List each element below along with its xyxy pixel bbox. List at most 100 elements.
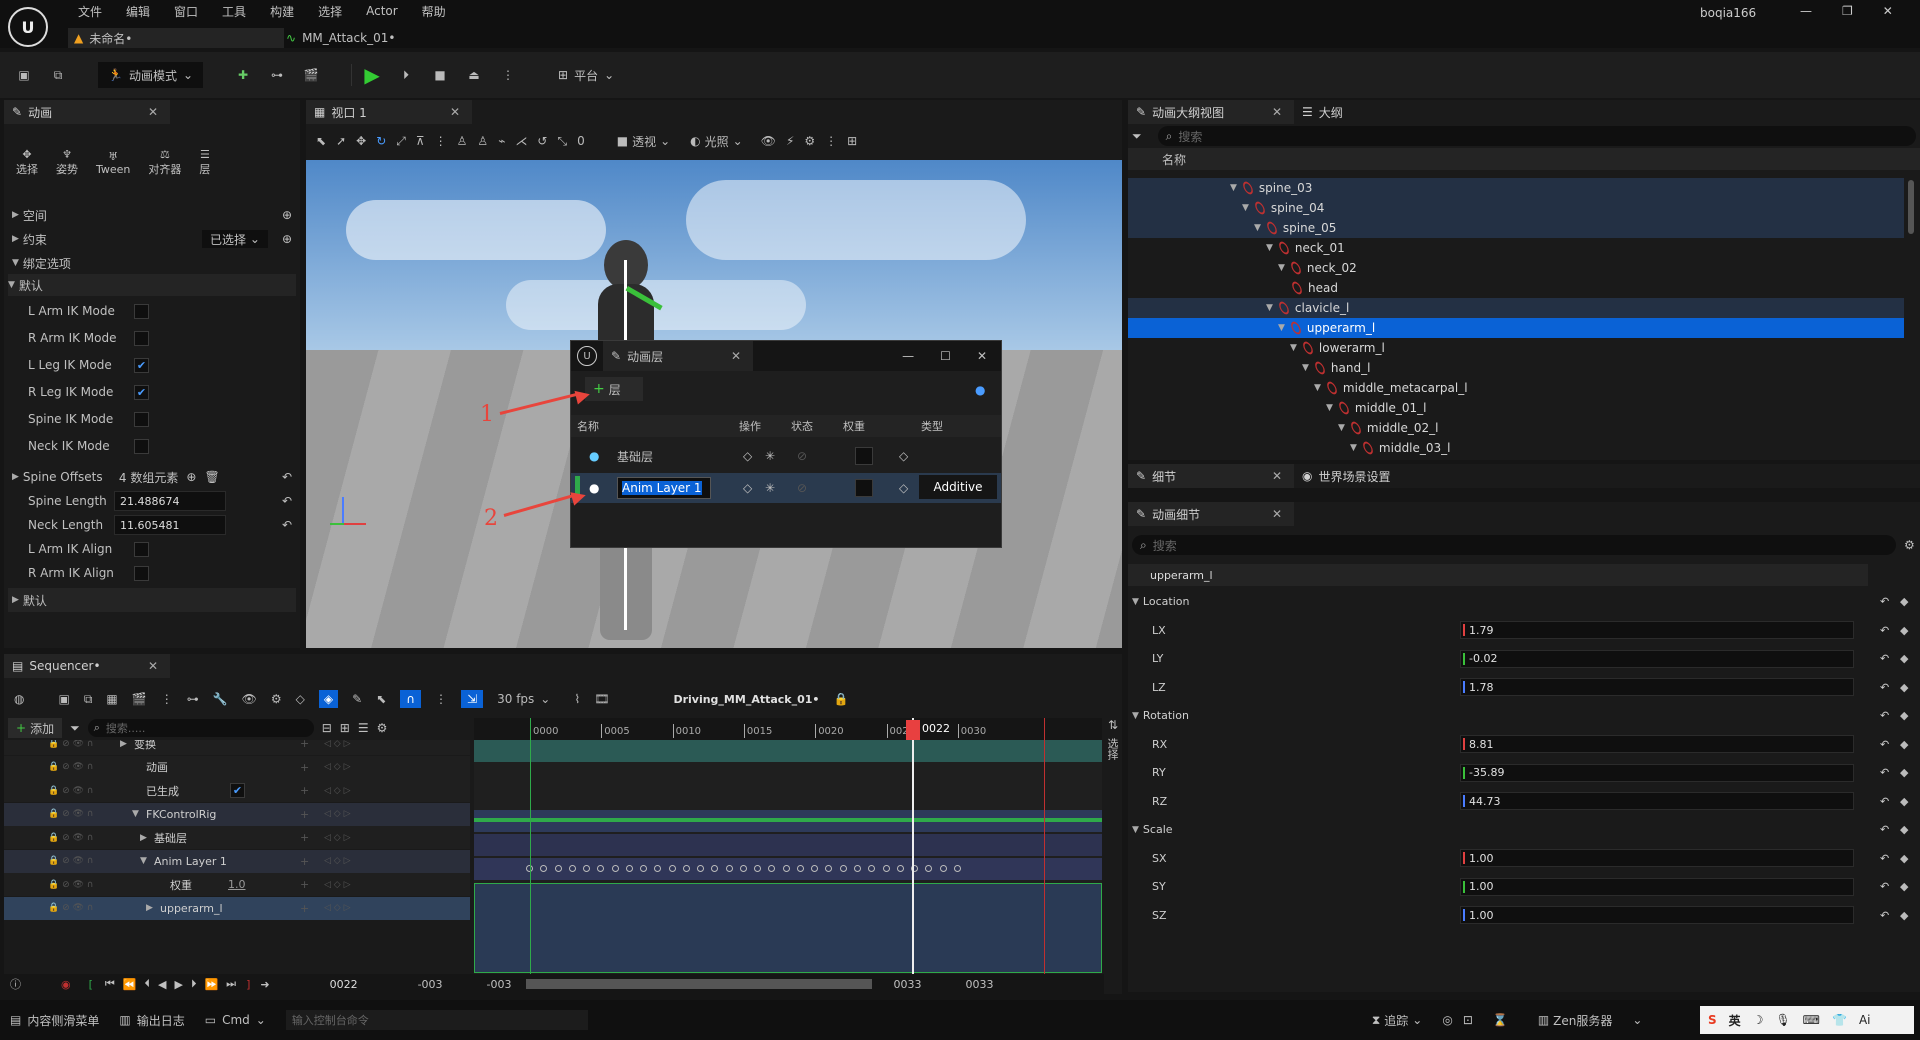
section-binding[interactable]: ▼ 绑定选项 bbox=[12, 252, 292, 274]
key-nav-icons[interactable]: ◁ ◇ ▷ bbox=[324, 762, 351, 772]
section-space[interactable]: ▶ 空间 ⊕ bbox=[12, 204, 292, 226]
layer-name-field[interactable]: Anim Layer 1 bbox=[617, 477, 711, 499]
collapse-icon[interactable]: ▼ bbox=[1266, 303, 1273, 313]
key-icon[interactable]: ◆ bbox=[1900, 624, 1908, 637]
find-icon[interactable]: ⧉ bbox=[84, 692, 93, 707]
moon-icon[interactable]: ☽ bbox=[1753, 1013, 1764, 1027]
keyframe[interactable] bbox=[739, 865, 747, 872]
add-layer-button[interactable]: + 层 bbox=[585, 377, 643, 401]
step-back-icon[interactable]: ⏴ bbox=[145, 977, 151, 991]
track-row[interactable]: 🔒 ⊘ 👁 ∩ ▶ upperarm_l + ◁ ◇ ▷ bbox=[4, 896, 470, 920]
keyframe[interactable] bbox=[925, 865, 933, 872]
keyframe[interactable] bbox=[896, 865, 904, 872]
scale-snap-icon[interactable]: ⤡ bbox=[557, 134, 567, 149]
key-nav-icons[interactable]: ◁ ◇ ▷ bbox=[324, 856, 351, 866]
collapse-icon[interactable]: ▼ bbox=[1132, 711, 1139, 721]
keyframe[interactable] bbox=[554, 865, 562, 872]
layer-type-dropdown[interactable]: Additive bbox=[919, 475, 997, 499]
collapse-icon[interactable]: ▼ bbox=[1290, 343, 1297, 353]
keyframe[interactable] bbox=[611, 865, 619, 872]
prev-key-icon[interactable]: ⏪ bbox=[123, 978, 137, 991]
tool-aligner[interactable]: ⚖ 对齐器 bbox=[148, 148, 181, 177]
key-nav-icons[interactable]: ◁ ◇ ▷ bbox=[324, 809, 351, 819]
collapse-icon[interactable]: ▼ bbox=[1338, 423, 1345, 433]
key-icon[interactable]: ◆ bbox=[1900, 823, 1908, 836]
tool-pose[interactable]: ♆ 姿势 bbox=[56, 148, 78, 177]
step-forward-icon[interactable]: ⏵ bbox=[191, 977, 197, 991]
add-key-icon[interactable]: + bbox=[300, 784, 309, 797]
play-icon[interactable]: ▶ bbox=[358, 61, 386, 89]
blend-key-icon[interactable]: ◇ bbox=[899, 449, 908, 463]
key-nav-icons[interactable]: ◁ ◇ ▷ bbox=[324, 833, 351, 843]
settings-icon[interactable]: ⚙ bbox=[377, 721, 388, 735]
track-state-icons[interactable]: 🔒 ⊘ 👁 ∩ bbox=[48, 809, 93, 819]
add-track-button[interactable]: + 添加 bbox=[8, 718, 63, 738]
menu-select[interactable]: 选择 bbox=[306, 3, 354, 20]
keyframe[interactable] bbox=[811, 865, 819, 872]
keyframe[interactable] bbox=[754, 865, 762, 872]
add-key-icon[interactable]: + bbox=[300, 761, 309, 774]
settings-dot-icon[interactable]: ● bbox=[975, 383, 985, 397]
minimize-icon[interactable]: — bbox=[1800, 4, 1812, 18]
work-end-field[interactable]: 0033 bbox=[894, 978, 922, 991]
layer-row-selected[interactable]: ● Anim Layer 1 ◇ ✳ ⊘ ◇ Additive bbox=[571, 473, 1001, 503]
key-nav-icons[interactable]: ◁ ◇ ▷ bbox=[324, 880, 351, 890]
revision-icon[interactable]: ⌛ bbox=[1493, 1013, 1508, 1027]
add-key-icon[interactable]: + bbox=[300, 740, 309, 750]
browse-icon[interactable]: ⧉ bbox=[44, 61, 72, 89]
bone-row[interactable]: ▼ spine_04 bbox=[1128, 198, 1904, 218]
track-state-icons[interactable]: 🔒 ⊘ 👁 ∩ bbox=[48, 880, 93, 890]
edit-icon[interactable]: ✎ bbox=[352, 692, 362, 706]
more-icon[interactable]: ⋮ bbox=[494, 61, 522, 89]
transform-value-field[interactable]: 1.78 bbox=[1460, 678, 1854, 696]
neck-length-field[interactable]: 11.605481 bbox=[114, 515, 226, 535]
add-circle-icon[interactable]: ⊕ bbox=[186, 470, 196, 484]
tab-sequencer[interactable]: ▤ Sequencer• ✕ bbox=[4, 654, 170, 678]
view-end-field[interactable]: 0033 bbox=[966, 978, 994, 991]
bone-row[interactable]: ▼ neck_01 bbox=[1128, 238, 1904, 258]
more-icon[interactable]: ⋮ bbox=[825, 134, 837, 148]
transform-section[interactable] bbox=[474, 740, 1102, 762]
timeline-area[interactable]: 0000 0005 0010 0015 0020 0025 0030 0022 bbox=[474, 718, 1102, 974]
transform-value-field[interactable]: -0.02 bbox=[1460, 649, 1854, 668]
go-to-start-icon[interactable]: ⏮ bbox=[105, 977, 115, 991]
tool-tween[interactable]: ♅ Tween bbox=[96, 150, 130, 176]
collapse-icon[interactable]: ▼ bbox=[1278, 323, 1285, 333]
track-state-icons[interactable]: 🔒 ⊘ 👁 ∩ bbox=[48, 740, 93, 749]
reset-icon[interactable]: ↶ bbox=[1880, 652, 1889, 665]
keyframe[interactable] bbox=[725, 865, 733, 872]
expand-icon[interactable]: ▶ bbox=[140, 833, 147, 843]
keyframe[interactable] bbox=[597, 865, 605, 872]
expand-all-icon[interactable]: ⊞ bbox=[340, 721, 350, 735]
close-icon[interactable]: ✕ bbox=[446, 105, 464, 119]
keyframe[interactable] bbox=[782, 865, 790, 872]
tool-layers[interactable]: ☰ 层 bbox=[199, 148, 210, 177]
reset-icon[interactable]: ↶ bbox=[1880, 795, 1889, 808]
close-icon[interactable]: ✕ bbox=[727, 349, 745, 363]
weight-box[interactable] bbox=[855, 479, 873, 497]
more-icon[interactable]: ⋮ bbox=[161, 692, 173, 706]
step-icon[interactable]: ⏵ bbox=[392, 61, 420, 89]
collapse-icon[interactable]: ▼ bbox=[1254, 223, 1261, 233]
weight-box[interactable] bbox=[855, 447, 873, 465]
section-constraint[interactable]: ▶ 约束 已选择 ⌄ ⊕ bbox=[12, 228, 292, 250]
minimize-icon[interactable]: — bbox=[902, 349, 914, 363]
pointer-icon[interactable]: ➚ bbox=[336, 134, 346, 148]
reset-icon[interactable]: ↶ bbox=[282, 494, 292, 508]
pose-tool-icon[interactable]: ♙ bbox=[457, 134, 468, 148]
track-row[interactable]: 🔒 ⊘ 👁 ∩ ▶ 变换 + ◁ ◇ ▷ bbox=[4, 740, 470, 755]
track-search-input[interactable]: ⌕ 搜索..... bbox=[87, 719, 314, 737]
hierarchy-icon[interactable]: ⊶ bbox=[187, 692, 199, 706]
menu-file[interactable]: 文件 bbox=[66, 3, 114, 20]
pose-tool2-icon[interactable]: ♙ bbox=[477, 134, 488, 148]
trace-button[interactable]: ⧗ 追踪 ⌄ bbox=[1372, 1012, 1423, 1029]
keyframe[interactable] bbox=[711, 865, 719, 872]
timeline-scrollbar[interactable] bbox=[525, 979, 872, 989]
transform-value-field[interactable]: 1.00 bbox=[1460, 877, 1854, 896]
track-row[interactable]: 🔒 ⊘ 👁 ∩ ▶ 基础层 + ◁ ◇ ▷ bbox=[4, 826, 470, 849]
playback-icon[interactable]: ⚙ bbox=[271, 692, 282, 706]
close-icon[interactable]: ✕ bbox=[144, 105, 162, 119]
console-input[interactable]: 输入控制台命令 bbox=[285, 1010, 588, 1030]
expand-icon[interactable]: ▶ bbox=[146, 903, 153, 913]
blueprint-icon[interactable]: ⊶ bbox=[263, 61, 291, 89]
